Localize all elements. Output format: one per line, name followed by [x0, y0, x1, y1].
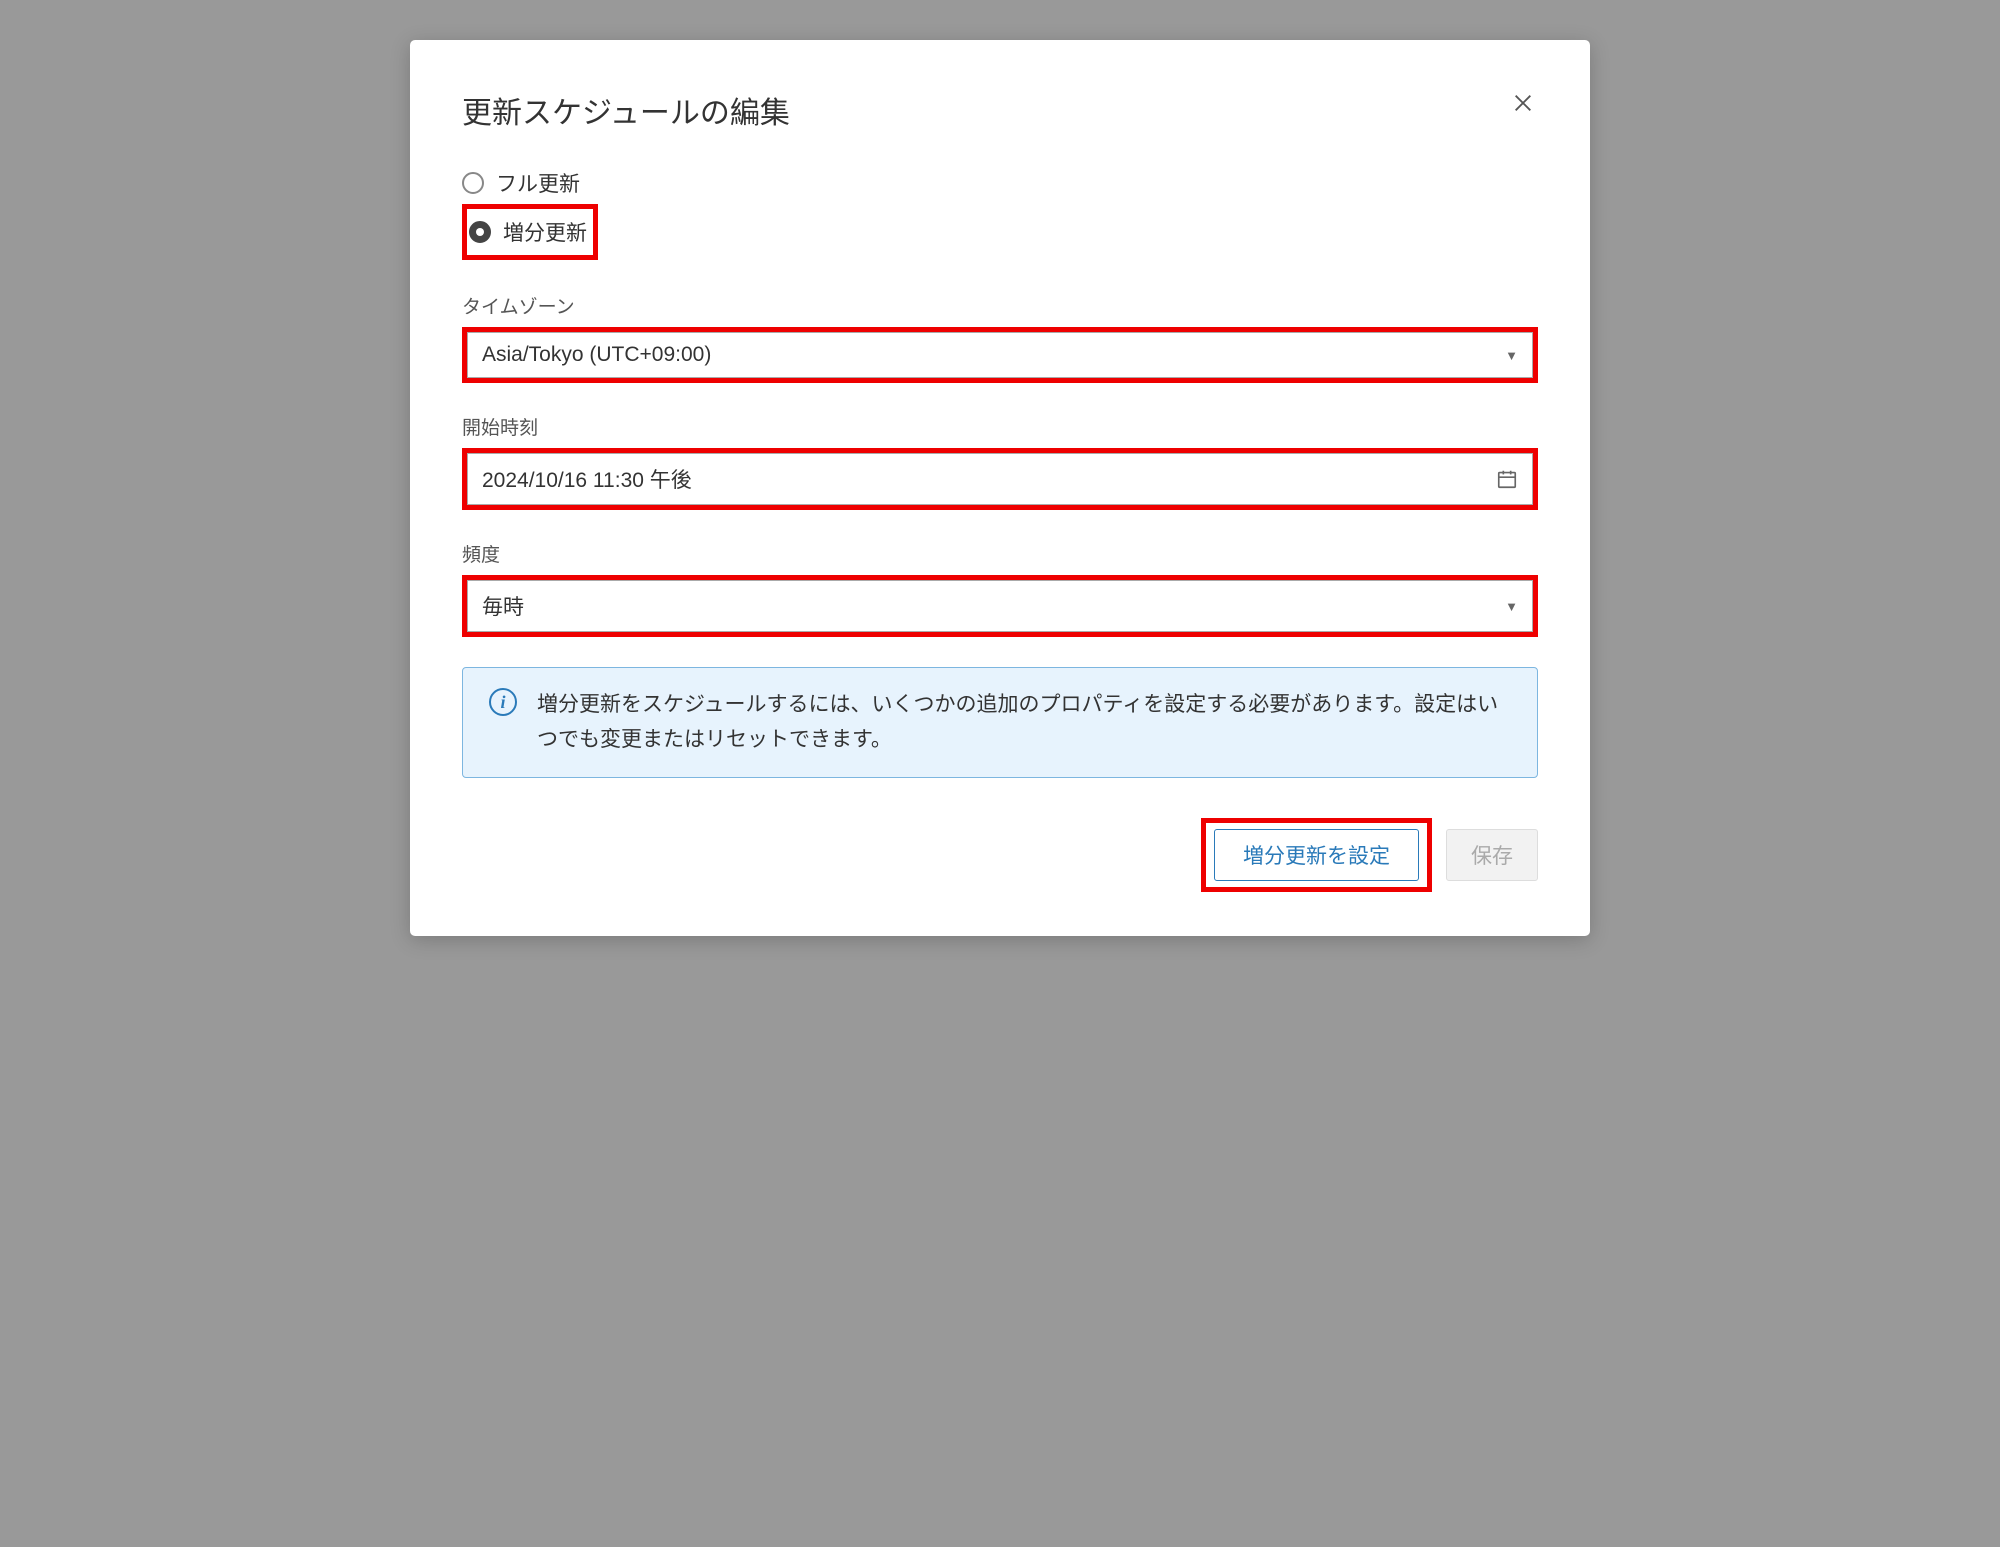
- highlight-configure-button: 増分更新を設定: [1201, 818, 1432, 892]
- refresh-type-radio-group: フル更新 増分更新: [462, 162, 1538, 260]
- radio-incremental-refresh[interactable]: 増分更新: [469, 211, 587, 253]
- modal-footer: 増分更新を設定 保存: [462, 818, 1538, 892]
- start-time-field: 開始時刻 2024/10/16 11:30 午後: [462, 413, 1538, 510]
- close-icon: [1512, 92, 1534, 114]
- highlight-frequency: 毎時 ▼: [462, 575, 1538, 637]
- info-text: 増分更新をスケジュールするには、いくつかの追加のプロパティを設定する必要がありま…: [537, 688, 1511, 757]
- calendar-icon: [1496, 468, 1518, 490]
- chevron-down-icon: ▼: [1505, 599, 1518, 614]
- timezone-value: Asia/Tokyo (UTC+09:00): [482, 343, 711, 367]
- start-time-value: 2024/10/16 11:30 午後: [482, 464, 692, 494]
- timezone-label: タイムゾーン: [462, 292, 1538, 319]
- info-box: i 増分更新をスケジュールするには、いくつかの追加のプロパティを設定する必要があ…: [462, 667, 1538, 778]
- configure-incremental-button[interactable]: 増分更新を設定: [1214, 829, 1419, 881]
- timezone-select[interactable]: Asia/Tokyo (UTC+09:00) ▼: [467, 332, 1533, 378]
- radio-full-label: フル更新: [496, 168, 580, 198]
- start-time-label: 開始時刻: [462, 413, 1538, 440]
- radio-unselected-icon: [462, 172, 484, 194]
- highlight-start-time: 2024/10/16 11:30 午後: [462, 448, 1538, 510]
- save-button: 保存: [1446, 829, 1538, 881]
- radio-full-refresh[interactable]: フル更新: [462, 162, 1538, 204]
- refresh-schedule-modal: 更新スケジュールの編集 フル更新 増分更新 タイムゾーン Asia/Tokyo …: [410, 40, 1590, 936]
- highlight-incremental: 増分更新: [462, 204, 598, 260]
- timezone-field: タイムゾーン Asia/Tokyo (UTC+09:00) ▼: [462, 292, 1538, 383]
- modal-title: 更新スケジュールの編集: [462, 88, 790, 132]
- radio-selected-icon: [469, 221, 491, 243]
- close-button[interactable]: [1508, 88, 1538, 118]
- modal-header: 更新スケジュールの編集: [462, 88, 1538, 132]
- highlight-timezone: Asia/Tokyo (UTC+09:00) ▼: [462, 327, 1538, 383]
- radio-incremental-label: 増分更新: [503, 217, 587, 247]
- frequency-select[interactable]: 毎時 ▼: [467, 580, 1533, 632]
- start-time-input[interactable]: 2024/10/16 11:30 午後: [467, 453, 1533, 505]
- frequency-label: 頻度: [462, 540, 1538, 567]
- info-icon: i: [489, 688, 517, 716]
- frequency-field: 頻度 毎時 ▼: [462, 540, 1538, 637]
- frequency-value: 毎時: [482, 591, 524, 621]
- chevron-down-icon: ▼: [1505, 348, 1518, 363]
